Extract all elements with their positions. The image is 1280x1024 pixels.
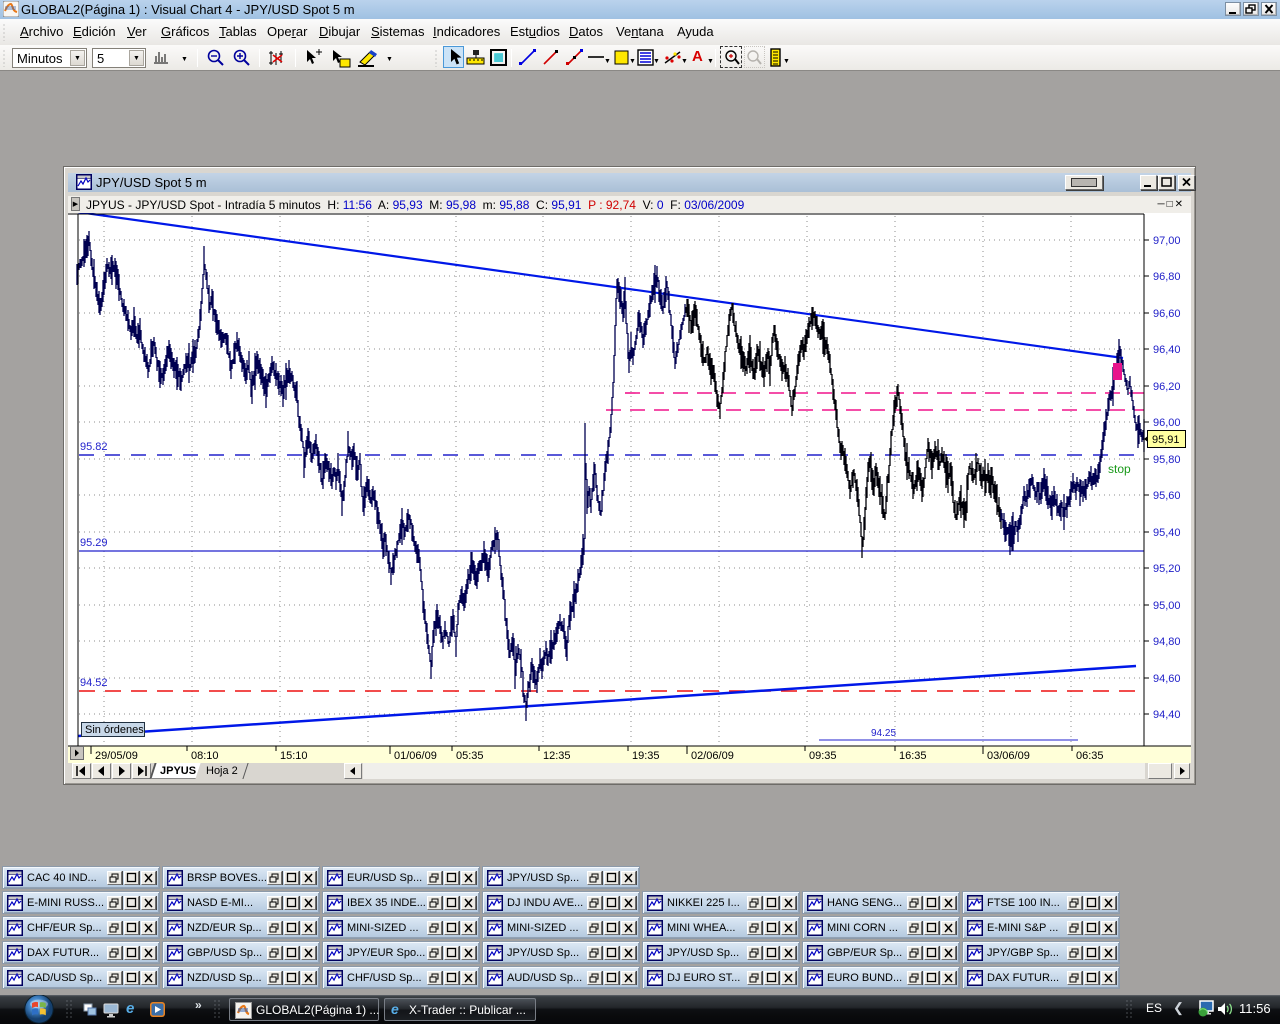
- svg-text:16:35: 16:35: [899, 750, 927, 762]
- svg-text:95,80: 95,80: [1153, 454, 1181, 466]
- svg-text:15:10: 15:10: [280, 750, 308, 762]
- svg-text:05:35: 05:35: [456, 750, 484, 762]
- svg-text:12:35: 12:35: [543, 750, 571, 762]
- svg-text:94,80: 94,80: [1153, 636, 1181, 648]
- svg-text:96,60: 96,60: [1153, 308, 1181, 320]
- svg-text:06:35: 06:35: [1076, 750, 1104, 762]
- svg-text:95,20: 95,20: [1153, 563, 1181, 575]
- svg-text:96,80: 96,80: [1153, 271, 1181, 283]
- svg-text:95,00: 95,00: [1153, 600, 1181, 612]
- svg-text:94.25: 94.25: [871, 728, 896, 739]
- svg-text:95,60: 95,60: [1153, 490, 1181, 502]
- svg-text:03/06/09: 03/06/09: [987, 750, 1030, 762]
- svg-text:95.29: 95.29: [80, 537, 108, 549]
- svg-text:Sin órdenes: Sin órdenes: [85, 724, 144, 736]
- svg-text:94,40: 94,40: [1153, 709, 1181, 721]
- svg-text:94.52: 94.52: [80, 677, 108, 689]
- svg-text:96,00: 96,00: [1153, 417, 1181, 429]
- svg-text:02/06/09: 02/06/09: [691, 750, 734, 762]
- svg-text:09:35: 09:35: [809, 750, 837, 762]
- svg-text:96,40: 96,40: [1153, 344, 1181, 356]
- svg-text:95,40: 95,40: [1153, 527, 1181, 539]
- svg-text:96,20: 96,20: [1153, 381, 1181, 393]
- svg-text:01/06/09: 01/06/09: [394, 750, 437, 762]
- svg-text:95.82: 95.82: [80, 441, 108, 453]
- svg-text:08:10: 08:10: [191, 750, 219, 762]
- svg-text:97,00: 97,00: [1153, 235, 1181, 247]
- svg-text:94,60: 94,60: [1153, 673, 1181, 685]
- svg-text:stop: stop: [1108, 462, 1131, 476]
- svg-text:95,91: 95,91: [1152, 434, 1180, 446]
- svg-text:19:35: 19:35: [632, 750, 660, 762]
- svg-text:29/05/09: 29/05/09: [95, 750, 138, 762]
